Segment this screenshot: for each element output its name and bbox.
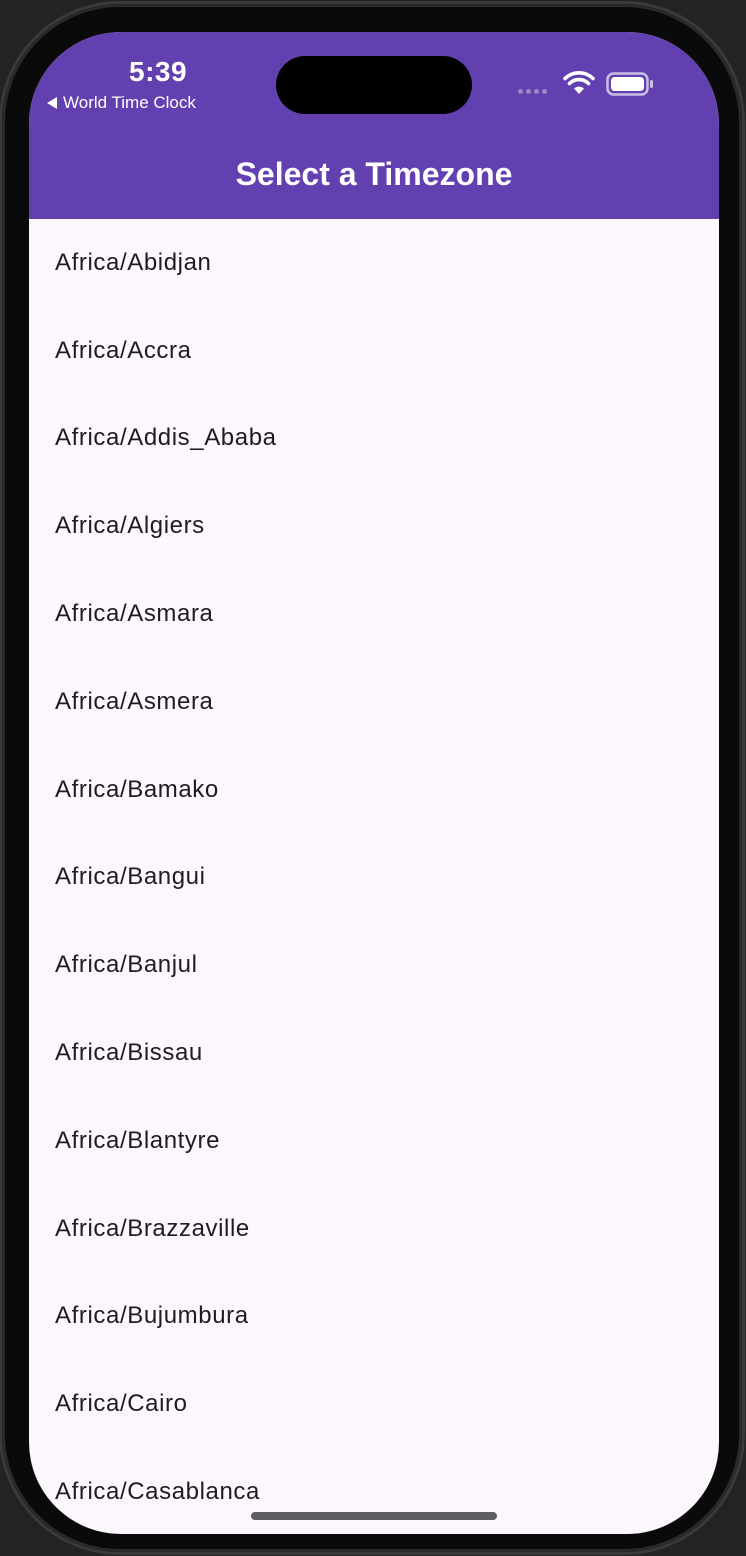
back-to-app-link[interactable]: World Time Clock — [47, 93, 196, 113]
timezone-list-item[interactable]: Africa/Abidjan — [29, 219, 719, 307]
back-app-label: World Time Clock — [63, 93, 196, 112]
timezone-list-item[interactable]: Africa/Bissau — [29, 1009, 719, 1097]
timezone-label: Africa/Bangui — [55, 863, 206, 891]
timezone-label: Africa/Casablanca — [55, 1478, 260, 1506]
timezone-label: Africa/Bujumbura — [55, 1302, 249, 1330]
timezone-label: Africa/Accra — [55, 336, 192, 364]
timezone-list-item[interactable]: Africa/Asmera — [29, 658, 719, 746]
timezone-label: Africa/Addis_Ababa — [55, 424, 277, 452]
dynamic-island — [276, 56, 472, 114]
timezone-list-item[interactable]: Africa/Banjul — [29, 921, 719, 1009]
timezone-label: Africa/Brazzaville — [55, 1214, 250, 1242]
timezone-label: Africa/Algiers — [55, 512, 205, 540]
timezone-list-item[interactable]: Africa/Addis_Ababa — [29, 395, 719, 483]
timezone-label: Africa/Asmera — [55, 687, 214, 715]
app-bar: 5:39 World Time Clock Select a Timezone — [29, 32, 719, 219]
timezone-label: Africa/Abidjan — [55, 248, 212, 276]
wifi-icon — [563, 71, 595, 94]
phone-frame: 5:39 World Time Clock Select a Timezone … — [2, 4, 742, 1552]
timezone-label: Africa/Bamako — [55, 775, 219, 803]
home-indicator[interactable] — [251, 1512, 497, 1520]
timezone-list-item[interactable]: Africa/Casablanca — [29, 1448, 719, 1534]
battery-icon — [606, 72, 653, 96]
app-screen: 5:39 World Time Clock Select a Timezone … — [29, 32, 719, 1534]
timezone-label: Africa/Cairo — [55, 1390, 188, 1418]
timezone-list-item[interactable]: Africa/Bujumbura — [29, 1273, 719, 1361]
timezone-list-item[interactable]: Africa/Bangui — [29, 834, 719, 922]
page-title: Select a Timezone — [235, 156, 513, 192]
timezone-list-item[interactable]: Africa/Algiers — [29, 482, 719, 570]
timezone-list-item[interactable]: Africa/Blantyre — [29, 1097, 719, 1185]
timezone-label: Africa/Blantyre — [55, 1126, 221, 1154]
timezone-label: Africa/Asmara — [55, 600, 214, 628]
back-arrow-icon — [47, 97, 57, 109]
timezone-list-item[interactable]: Africa/Accra — [29, 307, 719, 395]
timezone-label: Africa/Banjul — [55, 951, 198, 979]
timezone-list-item[interactable]: Africa/Brazzaville — [29, 1185, 719, 1273]
timezone-list: Africa/Abidjan Africa/Accra Africa/Addis_A… — [29, 219, 719, 1534]
timezone-list-item[interactable]: Africa/Asmara — [29, 570, 719, 658]
timezone-list-item[interactable]: Africa/Bamako — [29, 746, 719, 834]
timezone-label: Africa/Bissau — [55, 1039, 203, 1067]
status-time: 5:39 — [129, 56, 188, 87]
cellular-signal-icon — [518, 89, 547, 94]
timezone-list-item[interactable]: Africa/Cairo — [29, 1360, 719, 1448]
